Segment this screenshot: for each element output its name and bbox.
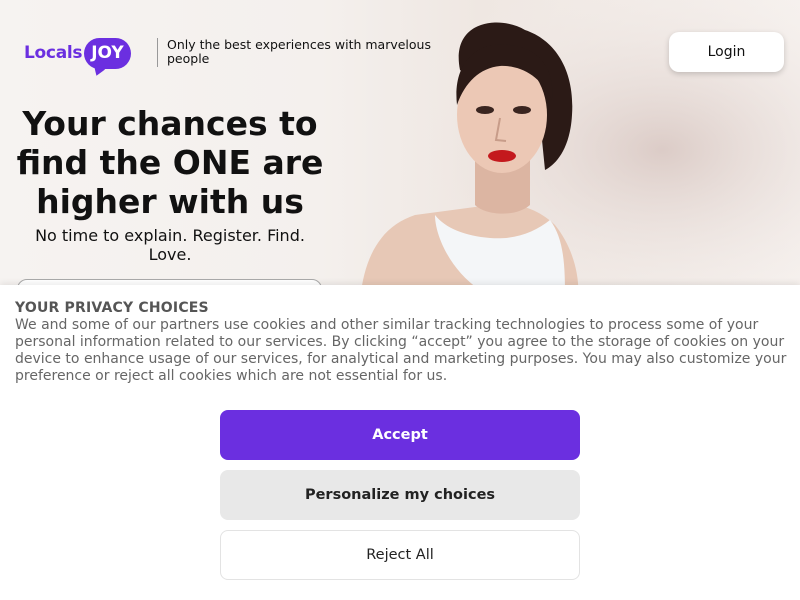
header-divider [157, 38, 158, 67]
logo-bubble: JOY [84, 37, 131, 69]
personalize-button[interactable]: Personalize my choices [220, 470, 580, 520]
logo-text: Locals [24, 43, 83, 63]
reject-all-button[interactable]: Reject All [220, 530, 580, 580]
hero-headline: Your chances to find the ONE are higher … [16, 104, 324, 221]
privacy-banner: YOUR PRIVACY CHOICES We and some of our … [0, 285, 800, 600]
brand-tagline: Only the best experiences with marvelous… [167, 37, 431, 66]
hero-subline: No time to explain. Register. Find. Love… [35, 226, 305, 264]
accept-button[interactable]: Accept [220, 410, 580, 460]
login-button[interactable]: Login [669, 32, 784, 72]
privacy-title: YOUR PRIVACY CHOICES [15, 300, 209, 316]
brand-logo[interactable]: Locals JOY [24, 33, 131, 73]
privacy-text: We and some of our partners use cookies … [15, 317, 787, 384]
